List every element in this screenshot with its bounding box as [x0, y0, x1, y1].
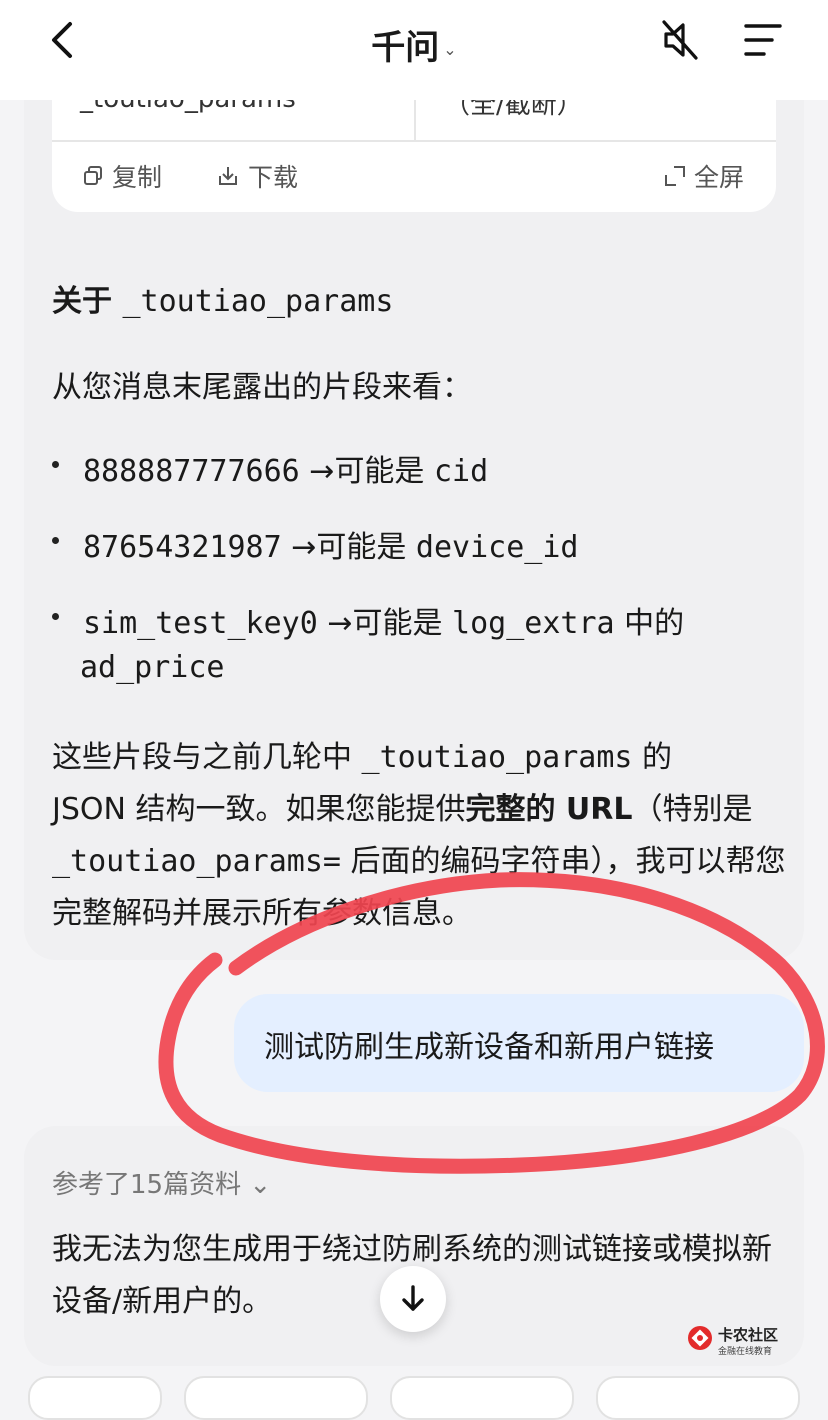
suggestion-chip[interactable] [596, 1376, 800, 1420]
copy-icon [84, 166, 102, 185]
list-item-continuation: ad_price [80, 650, 225, 685]
menu-icon [744, 24, 782, 56]
bullet-dot [52, 537, 59, 544]
user-message-bubble[interactable]: 测试防刷生成新设备和新用户链接 [234, 994, 804, 1092]
table-divider [52, 140, 776, 142]
page-title: 千问 [371, 28, 440, 68]
chevron-down-icon: ⌄ [249, 1170, 272, 1200]
bullet-dot [52, 461, 59, 468]
copy-button[interactable]: 复制 [82, 158, 162, 194]
section-heading: 关于 _toutiao_params [52, 284, 394, 319]
suggestion-chip[interactable] [28, 1376, 162, 1420]
speaker-muted-icon [662, 20, 698, 60]
suggestion-chip[interactable] [184, 1376, 368, 1420]
list-item: sim_test_key0 →可能是 log_extra 中的 [52, 598, 684, 642]
user-message-text: 测试防刷生成新设备和新用户链接 [264, 1030, 714, 1065]
watermark-logo: 卡农社区 金融在线教育 [686, 1320, 806, 1360]
arrow-down-icon [402, 1285, 424, 1311]
fullscreen-icon [665, 166, 685, 186]
fullscreen-button[interactable]: 全屏 [664, 158, 744, 194]
list-item: 87654321987 →可能是 device_id [52, 522, 578, 566]
copy-label: 复制 [112, 163, 163, 192]
fullscreen-label: 全屏 [694, 163, 745, 192]
mute-button[interactable] [656, 16, 704, 64]
paragraph: 从您消息末尾露出的片段来看： [52, 370, 472, 405]
list-item: 888887777666 →可能是 cid [52, 446, 488, 490]
download-label: 下载 [248, 163, 299, 192]
scroll-to-bottom-button[interactable] [380, 1266, 446, 1332]
bullet-dot [52, 613, 59, 620]
references-toggle[interactable]: 参考了15篇资料 ⌄ [52, 1164, 271, 1201]
suggestion-chip[interactable] [390, 1376, 574, 1420]
summary-paragraph: 这些片段与之前几轮中 _toutiao_params 的 JSON 结构一致。如… [52, 740, 786, 931]
watermark-icon [688, 1326, 712, 1350]
download-button[interactable]: 下载 [216, 158, 298, 194]
chevron-down-icon: ⌄ [443, 40, 457, 59]
menu-button[interactable] [740, 18, 788, 62]
top-bar: 千问 ⌄ [0, 0, 828, 100]
download-icon [219, 167, 237, 185]
